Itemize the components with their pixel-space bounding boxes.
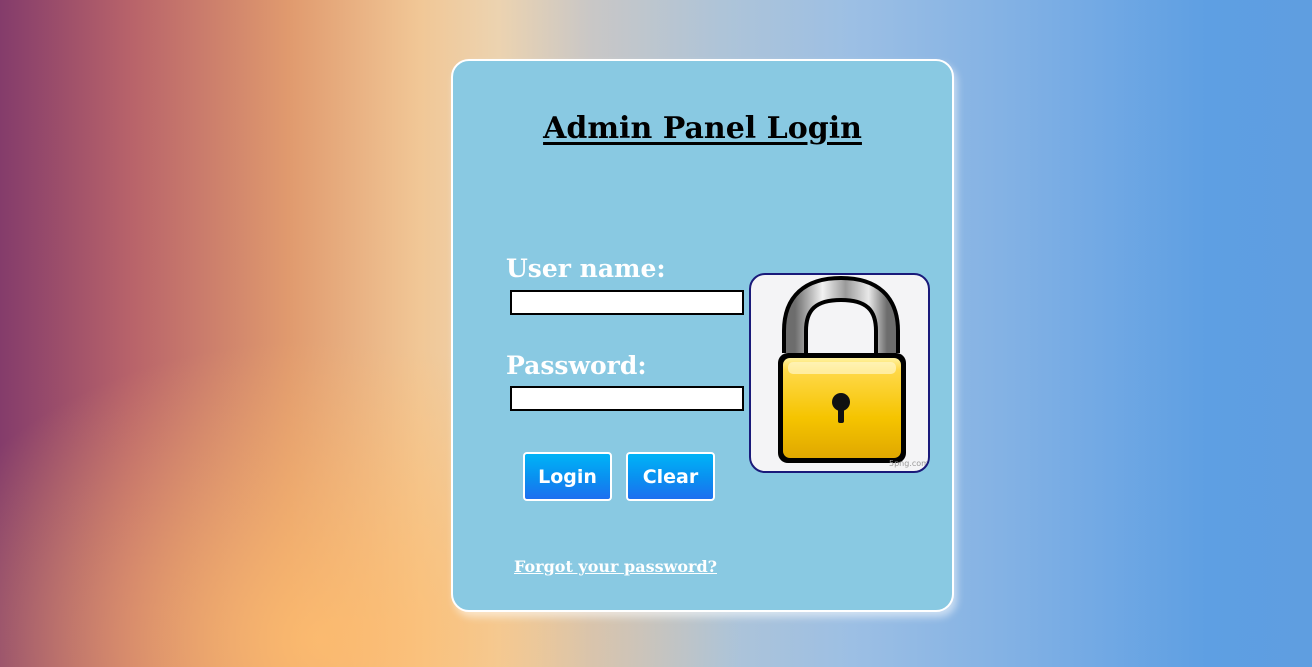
forgot-password-link[interactable]: Forgot your password? — [514, 557, 717, 576]
padlock-icon: 5png.com — [778, 275, 929, 468]
lock-image: 5png.com — [749, 273, 930, 473]
username-label: User name: — [506, 254, 666, 283]
username-field[interactable] — [510, 290, 744, 315]
password-label: Password: — [506, 351, 647, 380]
watermark-text: 5png.com — [889, 459, 929, 468]
page-title: Admin Panel Login — [543, 111, 862, 146]
login-button[interactable]: Login — [523, 452, 612, 501]
clear-button[interactable]: Clear — [626, 452, 715, 501]
login-panel: Admin Panel Login User name: Password: L… — [451, 59, 954, 612]
password-field[interactable] — [510, 386, 744, 411]
